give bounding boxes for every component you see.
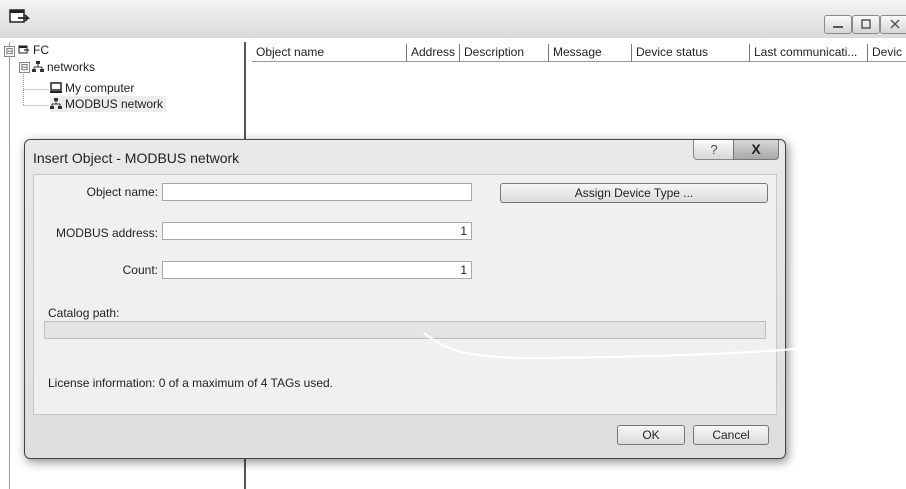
minimize-icon: [833, 26, 843, 28]
object-name-input[interactable]: [162, 183, 472, 201]
maximize-icon: [861, 19, 871, 29]
assign-device-type-button[interactable]: Assign Device Type ...: [500, 183, 768, 203]
dialog-body: Object name: Assign Device Type ... MODB…: [33, 174, 835, 415]
close-icon: X: [751, 141, 761, 157]
modbus-address-input[interactable]: 1: [162, 222, 472, 240]
cancel-button[interactable]: Cancel: [693, 425, 769, 445]
tree-item-fc[interactable]: FC: [18, 42, 49, 58]
tree-connector-lines: [23, 72, 49, 106]
catalog-path-label: Catalog path:: [48, 306, 120, 320]
object-name-label: Object name:: [86, 185, 158, 199]
tree-item-label: MODBUS network: [65, 97, 164, 111]
help-button[interactable]: ?: [693, 140, 735, 160]
insert-object-dialog: Insert Object - MODBUS network ? X Objec…: [24, 139, 835, 459]
window-titlebar: [0, 0, 906, 38]
column-header-message[interactable]: Message: [549, 44, 632, 62]
dialog-title: Insert Object - MODBUS network: [33, 150, 240, 166]
object-list-header: Object name Address Description Message …: [252, 44, 906, 62]
column-header-description[interactable]: Description: [460, 44, 549, 62]
count-input[interactable]: 1: [162, 261, 472, 279]
help-icon: ?: [710, 142, 718, 157]
count-label: Count:: [122, 263, 158, 277]
column-header-address[interactable]: Address: [407, 44, 460, 62]
column-header-device-status[interactable]: Device status: [632, 44, 750, 62]
column-header-device[interactable]: Devic: [868, 44, 906, 62]
dialog-footer: OK Cancel: [33, 415, 777, 453]
computer-icon: [50, 82, 62, 93]
application-icon: [9, 9, 30, 23]
dialog-close-button[interactable]: X: [733, 140, 779, 160]
minimize-button[interactable]: [824, 15, 852, 34]
window-close-button[interactable]: [880, 15, 906, 34]
tree-item-label: My computer: [65, 81, 135, 95]
application-icon: [18, 45, 29, 54]
tree-root-expander[interactable]: ⊟: [4, 46, 15, 57]
maximize-button[interactable]: [852, 15, 880, 34]
tree-item-label: FC: [33, 43, 49, 57]
network-icon: [50, 98, 62, 109]
modbus-address-label: MODBUS address:: [55, 226, 158, 240]
close-icon: [890, 19, 900, 29]
tree-item-label: networks: [47, 60, 96, 74]
license-info-text: License information: 0 of a maximum of 4…: [48, 376, 334, 390]
ok-button[interactable]: OK: [617, 425, 685, 445]
column-header-last-communication[interactable]: Last communicati...: [750, 44, 868, 62]
pen-annotation-stroke: [423, 332, 835, 360]
tree-item-modbus-network[interactable]: MODBUS network: [50, 96, 167, 112]
tree-item-my-computer[interactable]: My computer: [50, 80, 134, 96]
column-header-object-name[interactable]: Object name: [252, 44, 407, 62]
